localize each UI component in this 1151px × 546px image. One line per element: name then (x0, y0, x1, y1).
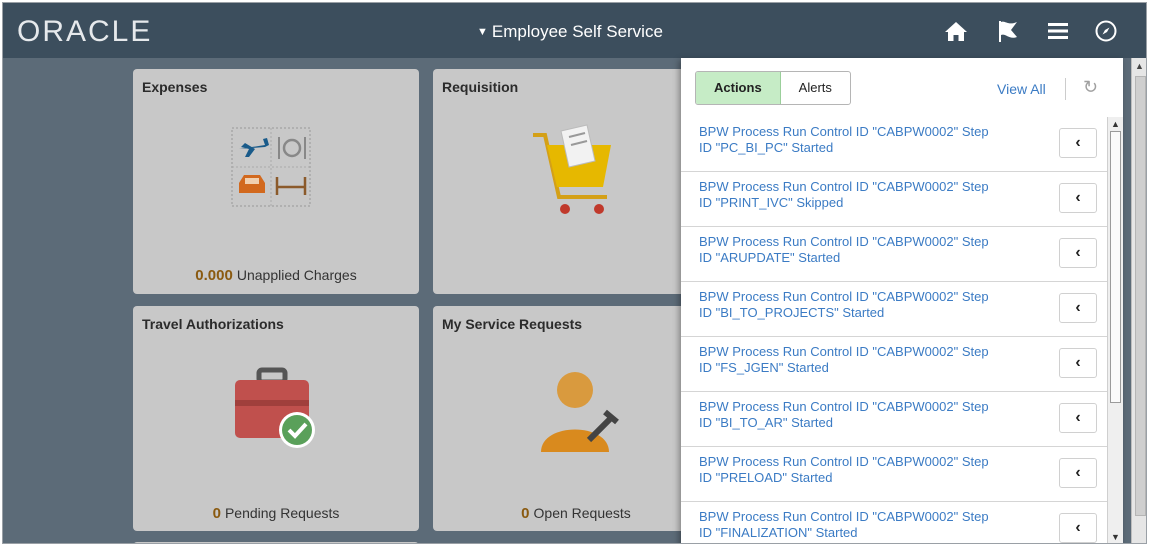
page-title: Employee Self Service (491, 22, 663, 41)
homepage-selector[interactable]: ▼ Employee Self Service (477, 22, 663, 42)
scroll-down-icon[interactable]: ▼ (1111, 532, 1120, 542)
tile-my-service-requests[interactable]: My Service Requests 0 Open Requests (433, 306, 719, 531)
list-item[interactable]: BPW Process Run Control ID "CABPW0002" S… (681, 447, 1107, 502)
chevron-left-icon[interactable]: ‹ (1059, 293, 1097, 323)
flag-icon[interactable] (993, 17, 1023, 45)
tile-footer: 0 Open Requests (433, 505, 719, 522)
menu-icon[interactable] (1043, 17, 1073, 45)
tile-title: My Service Requests (442, 316, 583, 332)
list-item[interactable]: BPW Process Run Control ID "CABPW0002" S… (681, 227, 1107, 282)
tile-count-label: Unapplied Charges (236, 267, 357, 283)
chevron-left-icon[interactable]: ‹ (1059, 128, 1097, 158)
home-icon[interactable] (941, 17, 971, 45)
tile-count-label: Pending Requests (224, 505, 340, 521)
chevron-left-icon[interactable]: ‹ (1059, 348, 1097, 378)
tile-title: Requisition (442, 79, 519, 95)
list-item[interactable]: BPW Process Run Control ID "CABPW0002" S… (681, 172, 1107, 227)
notification-text[interactable]: BPW Process Run Control ID "CABPW0002" S… (699, 289, 1039, 321)
scrollbar-thumb[interactable] (1110, 131, 1121, 403)
header-bar: ORACLE ▼ Employee Self Service (3, 3, 1146, 58)
notification-text[interactable]: BPW Process Run Control ID "CABPW0002" S… (699, 179, 1039, 211)
caret-down-icon: ▼ (477, 26, 488, 38)
refresh-icon[interactable]: ↻ (1083, 77, 1098, 98)
oracle-logo: ORACLE (17, 15, 153, 48)
list-item[interactable]: BPW Process Run Control ID "CABPW0002" S… (681, 337, 1107, 392)
tile-count: 0 (521, 505, 530, 522)
tile-travel-authorizations[interactable]: Travel Authorizations 0 Pending Requests (133, 306, 419, 531)
notification-text[interactable]: BPW Process Run Control ID "CABPW0002" S… (699, 234, 1039, 266)
list-item[interactable]: BPW Process Run Control ID "CABPW0002" S… (681, 392, 1107, 447)
page-scrollbar[interactable]: ▲ (1131, 58, 1146, 543)
tab-actions[interactable]: Actions (696, 72, 781, 104)
view-all-link[interactable]: View All (997, 81, 1046, 97)
suitcase-check-icon (231, 364, 321, 454)
list-item[interactable]: BPW Process Run Control ID "CABPW0002" S… (681, 117, 1107, 172)
notification-text[interactable]: BPW Process Run Control ID "CABPW0002" S… (699, 399, 1039, 431)
scrollbar-thumb[interactable] (1135, 76, 1146, 516)
scroll-up-icon[interactable]: ▲ (1135, 61, 1144, 71)
notification-text[interactable]: BPW Process Run Control ID "CABPW0002" S… (699, 454, 1039, 486)
tab-alerts[interactable]: Alerts (781, 72, 850, 104)
tile-requisition[interactable]: Requisition (433, 69, 719, 294)
list-item[interactable]: BPW Process Run Control ID "CABPW0002" S… (681, 502, 1107, 543)
notification-text[interactable]: BPW Process Run Control ID "CABPW0002" S… (699, 124, 1039, 156)
chevron-left-icon[interactable]: ‹ (1059, 513, 1097, 543)
tile-title: Travel Authorizations (142, 316, 284, 332)
app-window: ORACLE ▼Employee Self Service Expenses (2, 2, 1147, 544)
notification-list: BPW Process Run Control ID "CABPW0002" S… (681, 117, 1107, 543)
tile-footer: 0.000 Unapplied Charges (133, 267, 419, 284)
notification-panel: Actions Alerts View All ↻ BPW Process Ru… (681, 58, 1123, 543)
notification-text[interactable]: BPW Process Run Control ID "CABPW0002" S… (699, 344, 1039, 376)
panel-scrollbar[interactable]: ▲ ▼ (1107, 117, 1123, 543)
person-wrench-icon (531, 364, 621, 454)
notification-tabs: Actions Alerts (695, 71, 851, 105)
notification-text[interactable]: BPW Process Run Control ID "CABPW0002" S… (699, 509, 1039, 541)
list-item[interactable]: BPW Process Run Control ID "CABPW0002" S… (681, 282, 1107, 337)
tile-count: 0 (212, 505, 221, 522)
scroll-up-icon[interactable]: ▲ (1111, 119, 1120, 129)
tile-count-label: Open Requests (533, 505, 631, 521)
tile-partial[interactable] (133, 542, 419, 543)
tile-expenses[interactable]: Expenses 0.000 Unapplied Charges (133, 69, 419, 294)
tile-footer: 0 Pending Requests (133, 505, 419, 522)
divider (1065, 78, 1066, 100)
chevron-left-icon[interactable]: ‹ (1059, 403, 1097, 433)
navigator-icon[interactable] (1091, 17, 1121, 45)
chevron-left-icon[interactable]: ‹ (1059, 183, 1097, 213)
expenses-icon (231, 127, 311, 207)
chevron-left-icon[interactable]: ‹ (1059, 238, 1097, 268)
chevron-left-icon[interactable]: ‹ (1059, 458, 1097, 488)
shopping-cart-icon (529, 121, 619, 221)
tile-title: Expenses (142, 79, 208, 95)
tile-count: 0.000 (195, 267, 233, 284)
